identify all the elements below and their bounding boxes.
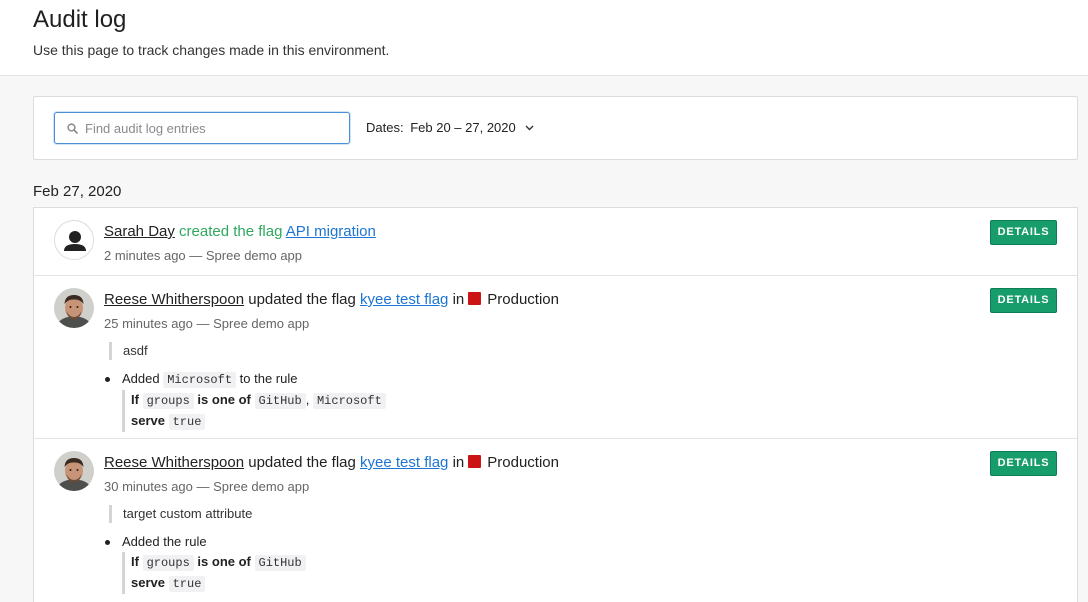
action-text: updated the flag — [248, 291, 356, 308]
serve-keyword: serve — [131, 413, 165, 428]
rule-operator: is one of — [197, 554, 251, 569]
entry-headline: Sarah Day created the flag API migration — [104, 223, 376, 241]
environment-name: Production — [487, 291, 559, 308]
search-input[interactable] — [85, 118, 343, 138]
rule-condition: If groups is one of GitHub — [131, 552, 306, 573]
details-button[interactable]: DETAILS — [990, 451, 1057, 476]
serve-value: true — [168, 576, 206, 592]
rule-serve: serve true — [131, 573, 306, 594]
avatar — [54, 288, 94, 328]
if-keyword: If — [131, 554, 139, 569]
user-photo-icon — [54, 451, 94, 491]
details-button[interactable]: DETAILS — [990, 220, 1057, 245]
rule-operator: is one of — [197, 392, 251, 407]
user-link[interactable]: Reese Whitherspoon — [104, 454, 244, 471]
entry-meta: 2 minutes ago — Spree demo app — [104, 248, 303, 263]
change-suffix: to the rule — [239, 371, 298, 386]
date-group-heading: Feb 27, 2020 — [33, 183, 122, 200]
change-description: Added Microsoft to the rule If groups is… — [104, 370, 386, 432]
entry-meta: 25 minutes ago — Spree demo app — [104, 316, 310, 331]
rule-details: If groups is one of GitHub, Microsoft se… — [122, 390, 386, 432]
filter-panel: Dates: Feb 20 – 27, 2020 — [33, 96, 1078, 160]
audit-log-entry: Reese Whitherspoon updated the flag kyee… — [34, 439, 1077, 602]
environment-color-swatch — [468, 292, 482, 305]
rule-value: GitHub — [254, 393, 306, 409]
bullet — [105, 540, 110, 545]
page-header: Audit log Use this page to track changes… — [0, 0, 1088, 76]
user-link[interactable]: Sarah Day — [104, 223, 175, 240]
added-value: Microsoft — [163, 372, 237, 388]
chevron-down-icon — [525, 125, 534, 131]
page-subtitle: Use this page to track changes made in t… — [33, 42, 390, 58]
entry-headline: Reese Whitherspoon updated the flag kyee… — [104, 454, 559, 472]
search-icon — [67, 123, 78, 134]
action-text: updated the flag — [248, 454, 356, 471]
rule-value: Microsoft — [312, 393, 386, 409]
avatar — [54, 451, 94, 491]
environment-name: Production — [487, 454, 559, 471]
user-link[interactable]: Reese Whitherspoon — [104, 291, 244, 308]
environment-color-swatch — [468, 455, 482, 468]
change-comment: asdf — [109, 342, 148, 360]
action-text: created the flag — [179, 223, 283, 240]
change-comment: target custom attribute — [109, 505, 252, 523]
user-photo-icon — [54, 288, 94, 328]
serve-value: true — [168, 414, 206, 430]
value-separator: , — [305, 392, 310, 407]
rule-attribute: groups — [142, 393, 194, 409]
flag-link[interactable]: kyee test flag — [360, 291, 448, 308]
flag-link[interactable]: API migration — [286, 223, 376, 240]
rule-attribute: groups — [142, 555, 194, 571]
audit-log-list: Sarah Day created the flag API migration… — [33, 207, 1078, 602]
rule-value: GitHub — [254, 555, 306, 571]
rule-serve: serve true — [131, 411, 386, 432]
avatar — [54, 220, 94, 260]
if-keyword: If — [131, 392, 139, 407]
bullet — [105, 377, 110, 382]
change-prefix: Added — [122, 371, 160, 386]
rule-condition: If groups is one of GitHub, Microsoft — [131, 390, 386, 411]
entry-meta: 30 minutes ago — Spree demo app — [104, 479, 310, 494]
search-box[interactable] — [54, 112, 350, 144]
audit-log-entry: Reese Whitherspoon updated the flag kyee… — [34, 276, 1077, 439]
audit-log-entry: Sarah Day created the flag API migration… — [34, 208, 1077, 276]
flag-link[interactable]: kyee test flag — [360, 454, 448, 471]
in-text: in — [452, 291, 465, 308]
entry-headline: Reese Whitherspoon updated the flag kyee… — [104, 291, 559, 309]
user-silhouette-icon — [64, 231, 86, 251]
date-range-value: Feb 20 – 27, 2020 — [410, 120, 516, 135]
date-range-dropdown[interactable]: Dates: Feb 20 – 27, 2020 — [366, 120, 534, 135]
change-summary: Added Microsoft to the rule — [104, 370, 386, 389]
rule-details: If groups is one of GitHub serve true — [122, 552, 306, 594]
details-button[interactable]: DETAILS — [990, 288, 1057, 313]
change-summary: Added the rule — [104, 533, 306, 551]
page-title: Audit log — [33, 6, 127, 33]
in-text: in — [452, 454, 465, 471]
change-description: Added the rule If groups is one of GitHu… — [104, 533, 306, 594]
serve-keyword: serve — [131, 575, 165, 590]
date-range-label: Dates: — [366, 120, 404, 135]
change-text: Added the rule — [122, 534, 207, 549]
